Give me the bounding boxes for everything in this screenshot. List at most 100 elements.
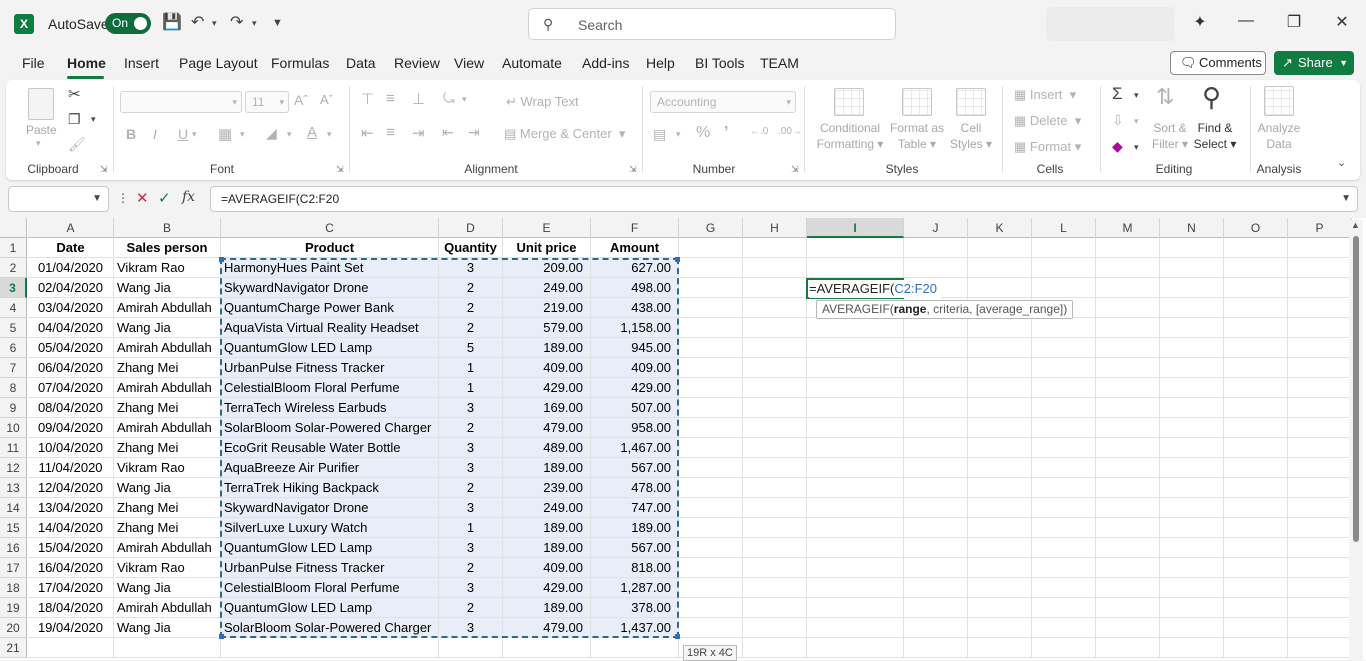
- grid-cell[interactable]: 2: [439, 298, 503, 318]
- grid-cell[interactable]: 3: [439, 578, 503, 598]
- column-header-K[interactable]: K: [968, 218, 1032, 238]
- bottom-align-icon[interactable]: ⊥: [412, 90, 425, 108]
- grid-cell[interactable]: [743, 638, 807, 658]
- grid-cell[interactable]: 01/04/2020: [28, 258, 114, 278]
- grid-cell[interactable]: [968, 438, 1032, 458]
- grid-cell[interactable]: [968, 478, 1032, 498]
- save-icon[interactable]: 💾: [162, 13, 182, 33]
- grid-cell[interactable]: [503, 638, 591, 658]
- grid-cell[interactable]: CelestialBloom Floral Perfume: [221, 378, 439, 398]
- grid-cell[interactable]: [968, 598, 1032, 618]
- grid-cell[interactable]: 3: [439, 458, 503, 478]
- grid-cell[interactable]: [679, 438, 743, 458]
- find-select-button[interactable]: Find & Select ▾: [1192, 120, 1238, 152]
- grid-cell[interactable]: [968, 618, 1032, 638]
- grid-cell[interactable]: [743, 598, 807, 618]
- grid-cell[interactable]: [114, 638, 221, 658]
- format-as-table-button[interactable]: Format as Table ▾: [886, 120, 948, 152]
- grid-cell[interactable]: 507.00: [591, 398, 679, 418]
- grid-cell[interactable]: [1224, 618, 1288, 638]
- grid-cell[interactable]: [904, 478, 968, 498]
- tab-help[interactable]: Help: [646, 55, 675, 71]
- grid-cell[interactable]: [1096, 538, 1160, 558]
- cell-styles-icon[interactable]: [956, 88, 986, 116]
- grid-cell[interactable]: [743, 278, 807, 298]
- grid-cell[interactable]: [807, 318, 904, 338]
- grid-cell[interactable]: [1288, 378, 1352, 398]
- grid-cell[interactable]: [1032, 638, 1096, 658]
- redo-dropdown-icon[interactable]: ▾: [252, 13, 257, 33]
- grid-cell[interactable]: [1160, 478, 1224, 498]
- tab-add-ins[interactable]: Add-ins: [582, 55, 629, 71]
- grid-cell[interactable]: 209.00: [503, 258, 591, 278]
- grid-cell[interactable]: [1160, 638, 1224, 658]
- font-name-combo[interactable]: ▾: [120, 91, 242, 113]
- copy-dropdown-icon[interactable]: ▾: [91, 114, 96, 125]
- grid-cell[interactable]: [968, 498, 1032, 518]
- row-header[interactable]: 10: [0, 418, 27, 438]
- grid-cell[interactable]: [968, 318, 1032, 338]
- column-header-O[interactable]: O: [1224, 218, 1288, 238]
- column-header-C[interactable]: C: [221, 218, 439, 238]
- grid-cell[interactable]: 08/04/2020: [28, 398, 114, 418]
- font-launcher-icon[interactable]: ⇲: [336, 164, 344, 175]
- grid-cell[interactable]: TerraTrek Hiking Backpack: [221, 478, 439, 498]
- grid-cell[interactable]: 627.00: [591, 258, 679, 278]
- clipboard-launcher-icon[interactable]: ⇲: [100, 164, 108, 175]
- tab-review[interactable]: Review: [394, 55, 440, 71]
- grid-cell[interactable]: [807, 458, 904, 478]
- grid-cell[interactable]: [1032, 418, 1096, 438]
- grid-cell[interactable]: [1224, 278, 1288, 298]
- grid-cell[interactable]: [1096, 358, 1160, 378]
- grid-cell[interactable]: [679, 318, 743, 338]
- grid-cell[interactable]: [679, 498, 743, 518]
- grid-cell[interactable]: [1224, 398, 1288, 418]
- increase-font-icon[interactable]: Aˆ: [294, 92, 308, 108]
- grid-cell[interactable]: [904, 418, 968, 438]
- cell-styles-button[interactable]: Cell Styles ▾: [946, 120, 996, 152]
- grid-cell[interactable]: [807, 538, 904, 558]
- grid-cell[interactable]: [807, 578, 904, 598]
- grid-cell[interactable]: TerraTech Wireless Earbuds: [221, 398, 439, 418]
- grid-cell[interactable]: [807, 638, 904, 658]
- grid-cell[interactable]: SkywardNavigator Drone: [221, 278, 439, 298]
- grid-cell[interactable]: Zhang Mei: [114, 498, 221, 518]
- grid-cell[interactable]: [1160, 598, 1224, 618]
- grid-cell[interactable]: 13/04/2020: [28, 498, 114, 518]
- grid-cell[interactable]: [807, 378, 904, 398]
- grid-cell[interactable]: [743, 318, 807, 338]
- grid-cell[interactable]: [904, 378, 968, 398]
- grid-cell[interactable]: [968, 258, 1032, 278]
- grid-cell[interactable]: Amirah Abdullah: [114, 378, 221, 398]
- grid-cell[interactable]: [743, 618, 807, 638]
- undo-dropdown-icon[interactable]: ▾: [212, 13, 217, 33]
- grid-cell[interactable]: [1032, 518, 1096, 538]
- column-header-P[interactable]: P: [1288, 218, 1352, 238]
- grid-cell[interactable]: SkywardNavigator Drone: [221, 498, 439, 518]
- cancel-icon[interactable]: ✕: [136, 189, 149, 207]
- autosum-dropdown-icon[interactable]: ▾: [1134, 90, 1139, 101]
- grid-cell[interactable]: [807, 618, 904, 638]
- grid-cell[interactable]: [679, 558, 743, 578]
- grid-cell[interactable]: 818.00: [591, 558, 679, 578]
- grid-cell[interactable]: [679, 538, 743, 558]
- close-icon[interactable]: ✕: [1330, 12, 1354, 32]
- column-title-cell[interactable]: Amount: [591, 238, 679, 258]
- comma-icon[interactable]: ’: [724, 124, 728, 142]
- grid-cell[interactable]: UrbanPulse Fitness Tracker: [221, 558, 439, 578]
- grid-cell[interactable]: [1160, 438, 1224, 458]
- grid-cell[interactable]: [1224, 238, 1288, 258]
- grid-cell[interactable]: [1096, 598, 1160, 618]
- grid-cell[interactable]: [1032, 578, 1096, 598]
- grid-cell[interactable]: [1160, 338, 1224, 358]
- grid-cell[interactable]: Amirah Abdullah: [114, 298, 221, 318]
- grid-cell[interactable]: [968, 578, 1032, 598]
- grid-cell[interactable]: [1096, 478, 1160, 498]
- grid-cell[interactable]: [1224, 338, 1288, 358]
- minimize-icon[interactable]: —: [1234, 12, 1258, 30]
- row-header[interactable]: 8: [0, 378, 27, 398]
- grid-cell[interactable]: 3: [439, 438, 503, 458]
- grid-cell[interactable]: QuantumGlow LED Lamp: [221, 338, 439, 358]
- grid-cell[interactable]: [1032, 318, 1096, 338]
- row-header[interactable]: 12: [0, 458, 27, 478]
